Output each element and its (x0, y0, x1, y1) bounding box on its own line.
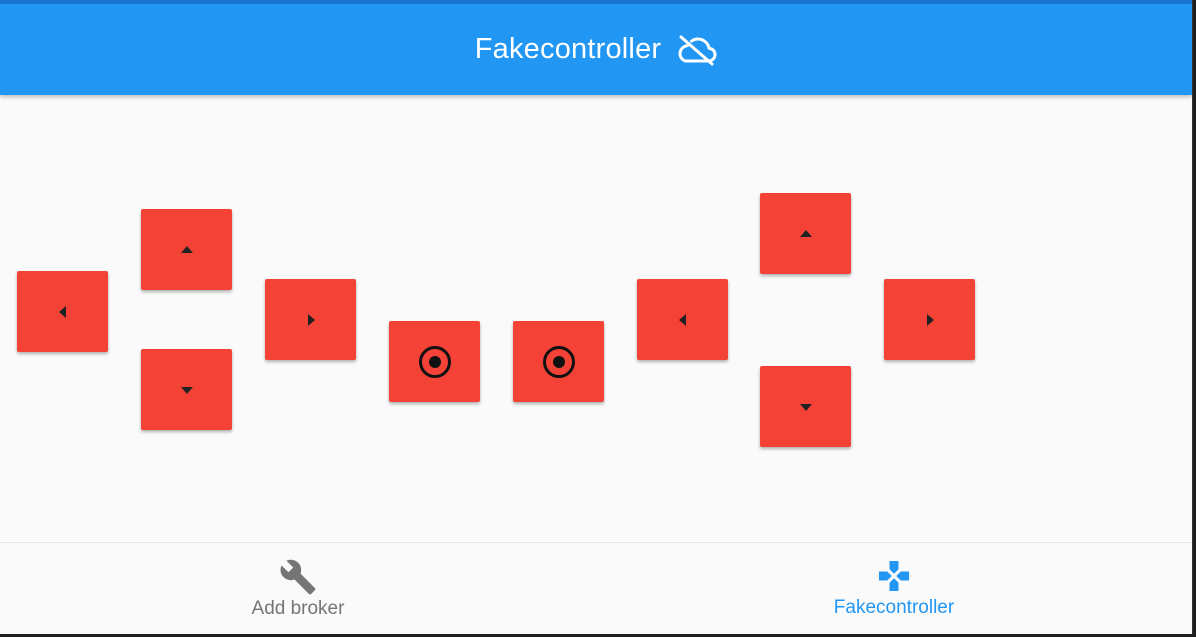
right-dpad-down-button[interactable] (760, 366, 851, 447)
app-bar: Fakecontroller (0, 4, 1192, 95)
arrow-up-icon (799, 229, 812, 237)
left-dpad-right-button[interactable] (265, 279, 356, 360)
arrow-down-icon (180, 386, 193, 394)
arrow-up-icon (180, 245, 193, 253)
radio-button-icon (418, 345, 451, 378)
left-dpad-up-button[interactable] (141, 209, 232, 290)
right-dpad-right-button[interactable] (884, 279, 975, 360)
bottom-navigation: Add broker Fakecontroller (0, 542, 1192, 634)
app-window: Fakecontroller Add broker Fakecontroller (0, 0, 1193, 634)
gamepad-icon (879, 561, 909, 591)
radio-button-icon (542, 345, 575, 378)
arrow-left-icon (678, 313, 686, 326)
left-dpad-down-button[interactable] (141, 349, 232, 430)
left-dpad-left-button[interactable] (17, 271, 108, 352)
app-title: Fakecontroller (474, 33, 662, 65)
nav-label-fakecontroller: Fakecontroller (833, 597, 955, 618)
right-dpad-up-button[interactable] (760, 193, 851, 274)
nav-item-fakecontroller[interactable]: Fakecontroller (596, 543, 1192, 634)
arrow-right-icon (926, 313, 934, 326)
nav-item-add-broker[interactable]: Add broker (0, 543, 596, 634)
center-button-1[interactable] (389, 321, 480, 402)
wrench-icon (280, 559, 316, 595)
arrow-right-icon (307, 313, 315, 326)
arrow-left-icon (58, 305, 66, 318)
cloud-off-icon (678, 35, 717, 65)
right-dpad-left-button[interactable] (637, 279, 728, 360)
arrow-down-icon (799, 403, 812, 411)
nav-label-add-broker: Add broker (251, 598, 345, 619)
center-button-2[interactable] (513, 321, 604, 402)
